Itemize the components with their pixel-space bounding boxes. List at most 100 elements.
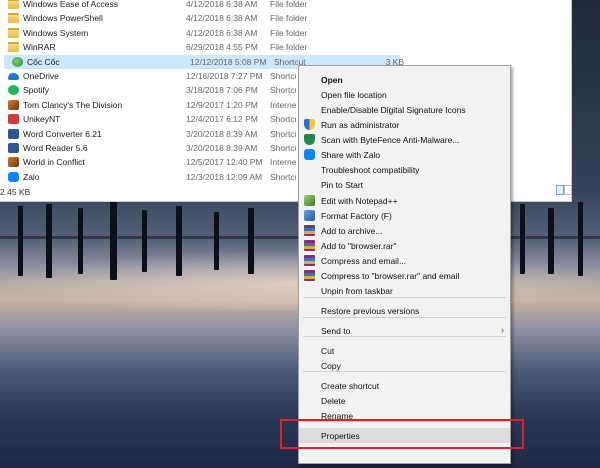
menu-item-label: Add to archive... (321, 226, 383, 236)
pier-post (110, 202, 117, 280)
file-type: Shortcut (270, 114, 296, 125)
menu-separator (303, 336, 506, 337)
pier-post (18, 206, 23, 276)
chevron-right-icon: › (501, 325, 504, 335)
pier-post (214, 212, 219, 270)
menu-item-label: Enable/Disable Digital Signature Icons (321, 105, 466, 115)
folder-icon (8, 13, 19, 24)
menu-item-open[interactable]: Open (299, 72, 510, 87)
menu-item-share-with-zalo[interactable]: Share with Zalo (299, 147, 510, 162)
folder-icon (8, 42, 19, 53)
details-view-button[interactable] (556, 185, 564, 195)
pier-post (520, 204, 525, 274)
file-type: Shortcut (270, 128, 296, 139)
spotify-icon (8, 85, 19, 96)
menu-item-unpin-from-taskbar[interactable]: Unpin from taskbar (299, 283, 510, 298)
file-name: Word Reader 5.6 (23, 143, 88, 153)
formatfactory-icon (304, 210, 315, 221)
menu-item-enable-disable-digital-signature-icons[interactable]: Enable/Disable Digital Signature Icons (299, 102, 510, 117)
menu-item-pin-to-start[interactable]: Pin to Start (299, 177, 510, 192)
winrar-icon (304, 240, 315, 251)
menu-item-create-shortcut[interactable]: Create shortcut (299, 378, 510, 393)
file-date: 12/16/2018 7:27 PM (186, 71, 263, 81)
menu-item-label: Copy (321, 361, 341, 371)
view-toggle (556, 185, 572, 197)
menu-item-compress-to-browser-rar-and-email[interactable]: Compress to "browser.rar" and email (299, 268, 510, 283)
highlight-annotation (280, 419, 524, 449)
menu-item-add-to-browser-rar[interactable]: Add to "browser.rar" (299, 238, 510, 253)
file-name: Spotify (23, 85, 49, 96)
file-date: 12/5/2017 12:40 PM (186, 157, 263, 168)
bytefence-icon (304, 134, 315, 145)
word-icon (8, 128, 19, 139)
file-row[interactable]: Windows Ease of Access 4/12/2018 6:38 AM F… (0, 0, 572, 11)
file-row[interactable]: Windows PowerShell 4/12/2018 6:38 AM File … (0, 11, 572, 25)
context-menu: Open Open file location Enable/Disable Dig… (298, 65, 511, 464)
file-type: File folder (270, 13, 308, 24)
file-name: Word Converter 6.21 (23, 128, 102, 139)
menu-item-troubleshoot-compatibility[interactable]: Troubleshoot compatibility (299, 162, 510, 177)
menu-item-format-factory-f[interactable]: Format Factory (F) (299, 208, 510, 223)
file-name: Zalo (23, 171, 40, 182)
menu-item-label: Compress to "browser.rar" and email (321, 271, 460, 281)
file-type: File folder (270, 27, 308, 38)
folder-icon (8, 27, 19, 38)
notepadpp-icon (304, 195, 315, 206)
file-type: Shortcut (270, 85, 296, 96)
file-name: Cốc Cốc (27, 56, 60, 67)
folder-icon (8, 0, 19, 9)
menu-item-label: Create shortcut (321, 381, 380, 391)
menu-item-label: Troubleshoot compatibility (321, 165, 420, 175)
onedrive-icon (8, 73, 19, 80)
menu-item-add-to-archive[interactable]: Add to archive... (299, 223, 510, 238)
menu-item-restore-previous-versions[interactable]: Restore previous versions (299, 303, 510, 318)
file-type: Shortcut (270, 71, 296, 81)
file-date: 4/12/2018 6:38 AM (186, 0, 258, 9)
file-row[interactable]: WinRAR 6/29/2018 4:55 PM File folder (0, 40, 572, 54)
zalo-icon (8, 171, 19, 182)
menu-item-label: Run as administrator (321, 120, 400, 130)
menu-item-open-file-location[interactable]: Open file location (299, 87, 510, 102)
menu-separator (303, 297, 506, 298)
menu-item-label: Open (321, 75, 343, 85)
file-date: 6/29/2018 4:55 PM (186, 42, 258, 53)
file-date: 3/20/2018 8:39 AM (186, 128, 258, 139)
file-row[interactable]: Windows System 4/12/2018 6:38 AM File fold… (0, 26, 572, 40)
menu-item-edit-with-notepad[interactable]: Edit with Notepad++ (299, 193, 510, 208)
zalo-icon (304, 149, 315, 160)
file-type: File folder (270, 0, 308, 9)
file-type: Shortcut (270, 143, 296, 153)
menu-item-label: Restore previous versions (321, 306, 420, 316)
file-name: WinRAR (23, 42, 56, 53)
menu-item-cut[interactable]: Cut (299, 343, 510, 358)
menu-item-label: Compress and email... (321, 256, 407, 266)
winrar-icon (304, 270, 315, 281)
menu-item-label: Open file location (321, 90, 387, 100)
menu-item-run-as-administrator[interactable]: Run as administrator (299, 117, 510, 132)
menu-item-delete[interactable]: Delete (299, 393, 510, 408)
file-type: Internet (270, 157, 296, 168)
file-date: 12/3/2018 12:09 AM (186, 171, 263, 182)
file-type: Shortcut (270, 171, 296, 182)
shield-icon (304, 119, 315, 130)
file-date: 12/9/2017 1:20 PM (186, 99, 258, 110)
pier-post (248, 208, 254, 274)
file-date: 4/12/2018 6:38 AM (186, 27, 258, 38)
large-icons-view-button[interactable] (564, 185, 572, 195)
file-type: Internet (270, 99, 296, 110)
menu-item-label: Scan with ByteFence Anti-Malware... (321, 135, 460, 145)
pier-post (142, 210, 147, 272)
file-name: UnikeyNT (23, 114, 61, 125)
pier-post (548, 208, 554, 274)
word-icon (8, 143, 19, 153)
menu-item-label: Send to (321, 326, 351, 336)
pier-post (578, 202, 583, 276)
menu-item-label: Share with Zalo (321, 150, 381, 160)
coccoc-icon (12, 56, 23, 67)
menu-item-scan-with-bytefence-anti-malware[interactable]: Scan with ByteFence Anti-Malware... (299, 132, 510, 147)
menu-item-compress-and-email[interactable]: Compress and email... (299, 253, 510, 268)
menu-item-label: Format Factory (F) (321, 211, 392, 221)
pier-post (46, 204, 52, 278)
menu-item-label: Edit with Notepad++ (321, 196, 398, 206)
file-date: 12/12/2018 5:08 PM (190, 56, 267, 67)
